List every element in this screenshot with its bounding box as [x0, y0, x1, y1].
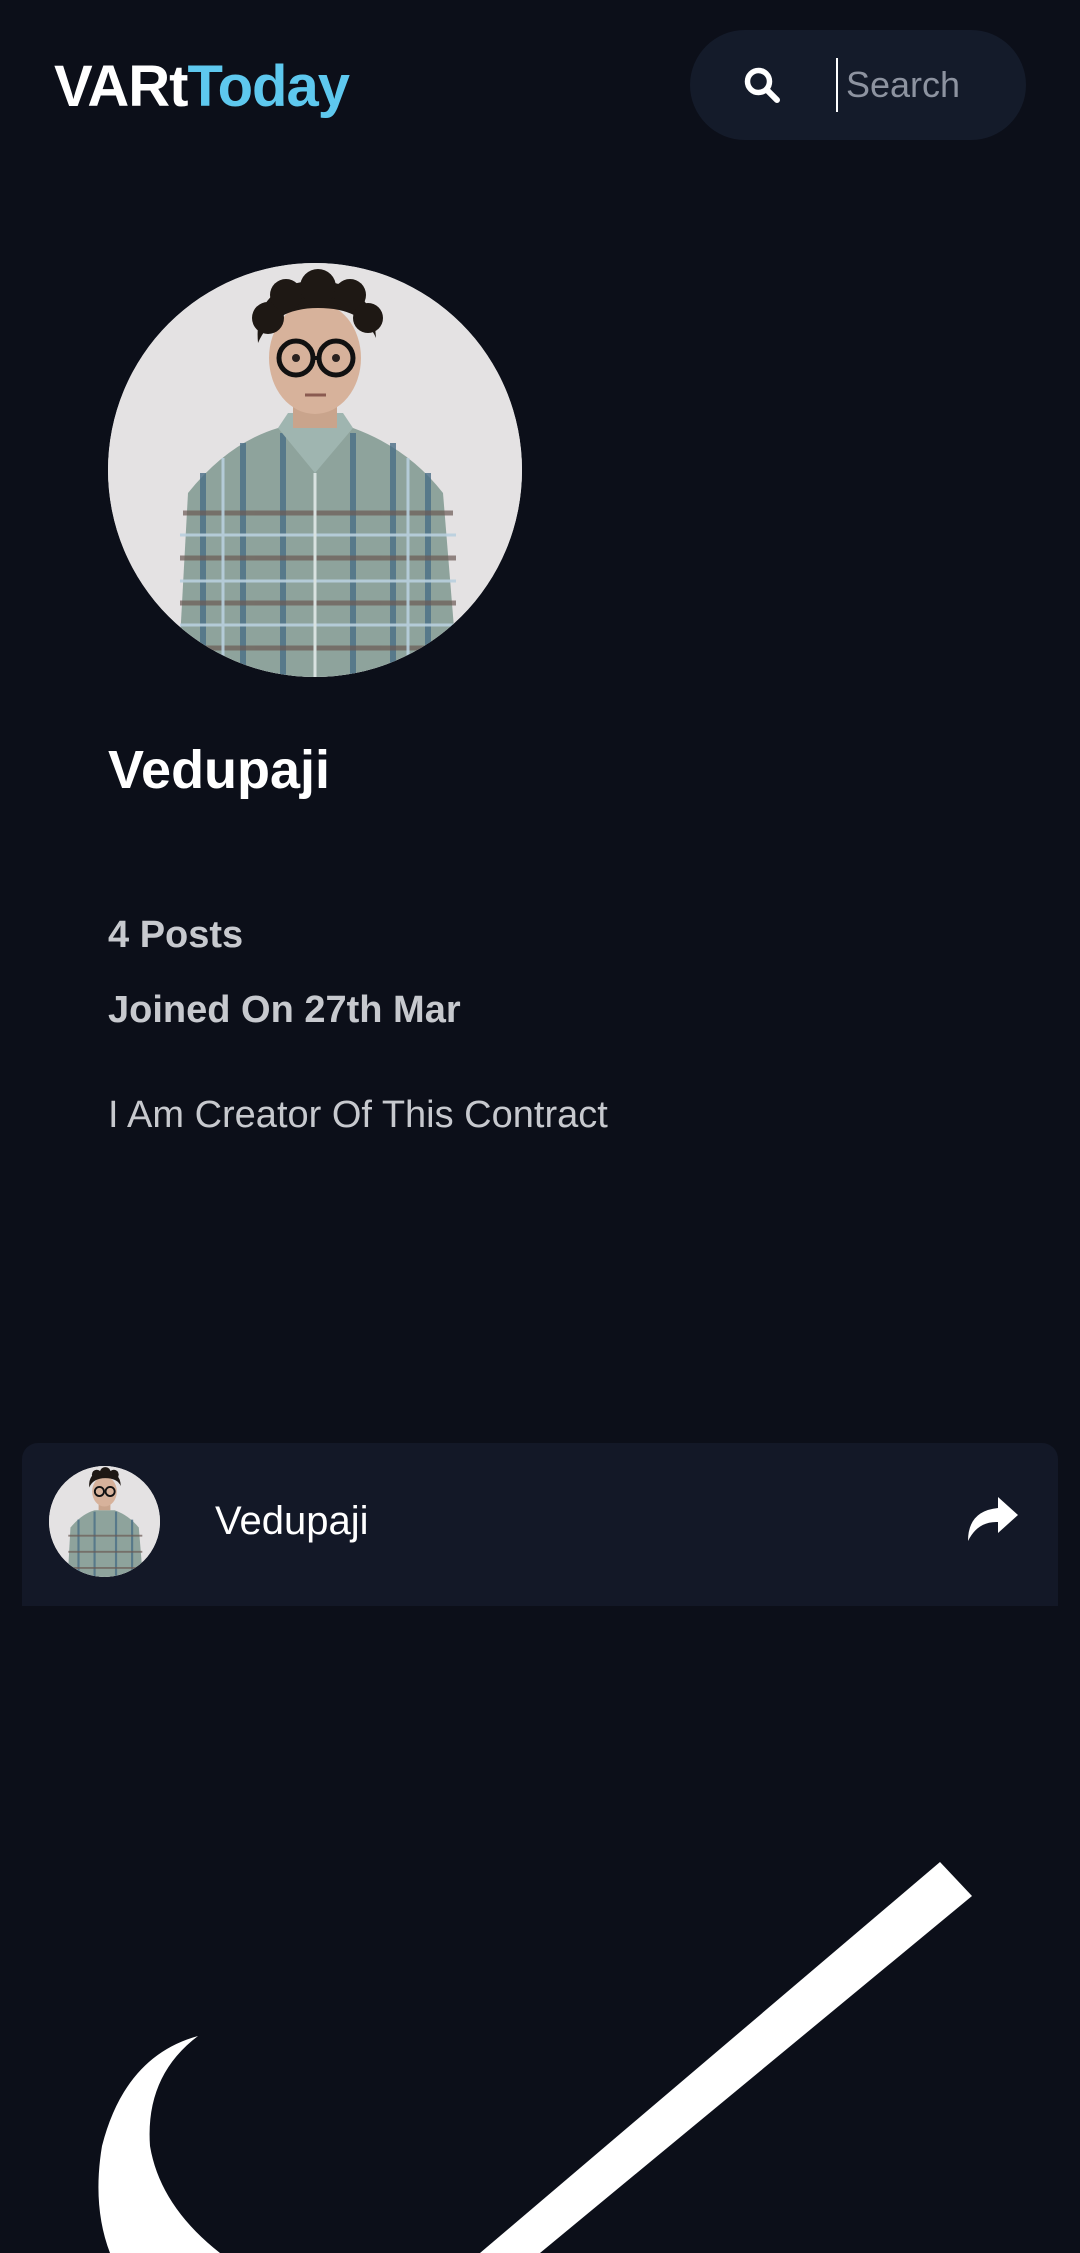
search-icon[interactable]	[742, 65, 782, 105]
joined-date: Joined On 27th Mar	[108, 989, 461, 1031]
profile-bio: I Am Creator Of This Contract	[108, 1094, 608, 1136]
post-author-avatar[interactable]	[49, 1466, 160, 1577]
app-header: VARtToday	[0, 0, 1080, 170]
avatar-photo	[49, 1466, 160, 1577]
post-author-name[interactable]: Vedupaji	[215, 1496, 368, 1546]
logo-text-vart: VARt	[54, 54, 188, 119]
post-count: 4 Posts	[108, 914, 244, 956]
profile-name: Vedupaji	[108, 740, 331, 800]
share-icon[interactable]	[964, 1495, 1020, 1545]
search-bar[interactable]	[690, 30, 1026, 140]
logo-text-today: Today	[187, 54, 349, 119]
profile-page: VARtToday Search Vedupaji 4 Posts Joined…	[0, 0, 1080, 2253]
search-input[interactable]	[836, 58, 1016, 112]
post-image[interactable]	[0, 1606, 1080, 2253]
post-header: Vedupaji	[22, 1443, 1058, 1606]
app-logo[interactable]: VARtToday	[54, 52, 350, 122]
profile-avatar	[108, 263, 522, 677]
avatar-photo	[108, 263, 522, 677]
post-artwork	[0, 1606, 1080, 2253]
